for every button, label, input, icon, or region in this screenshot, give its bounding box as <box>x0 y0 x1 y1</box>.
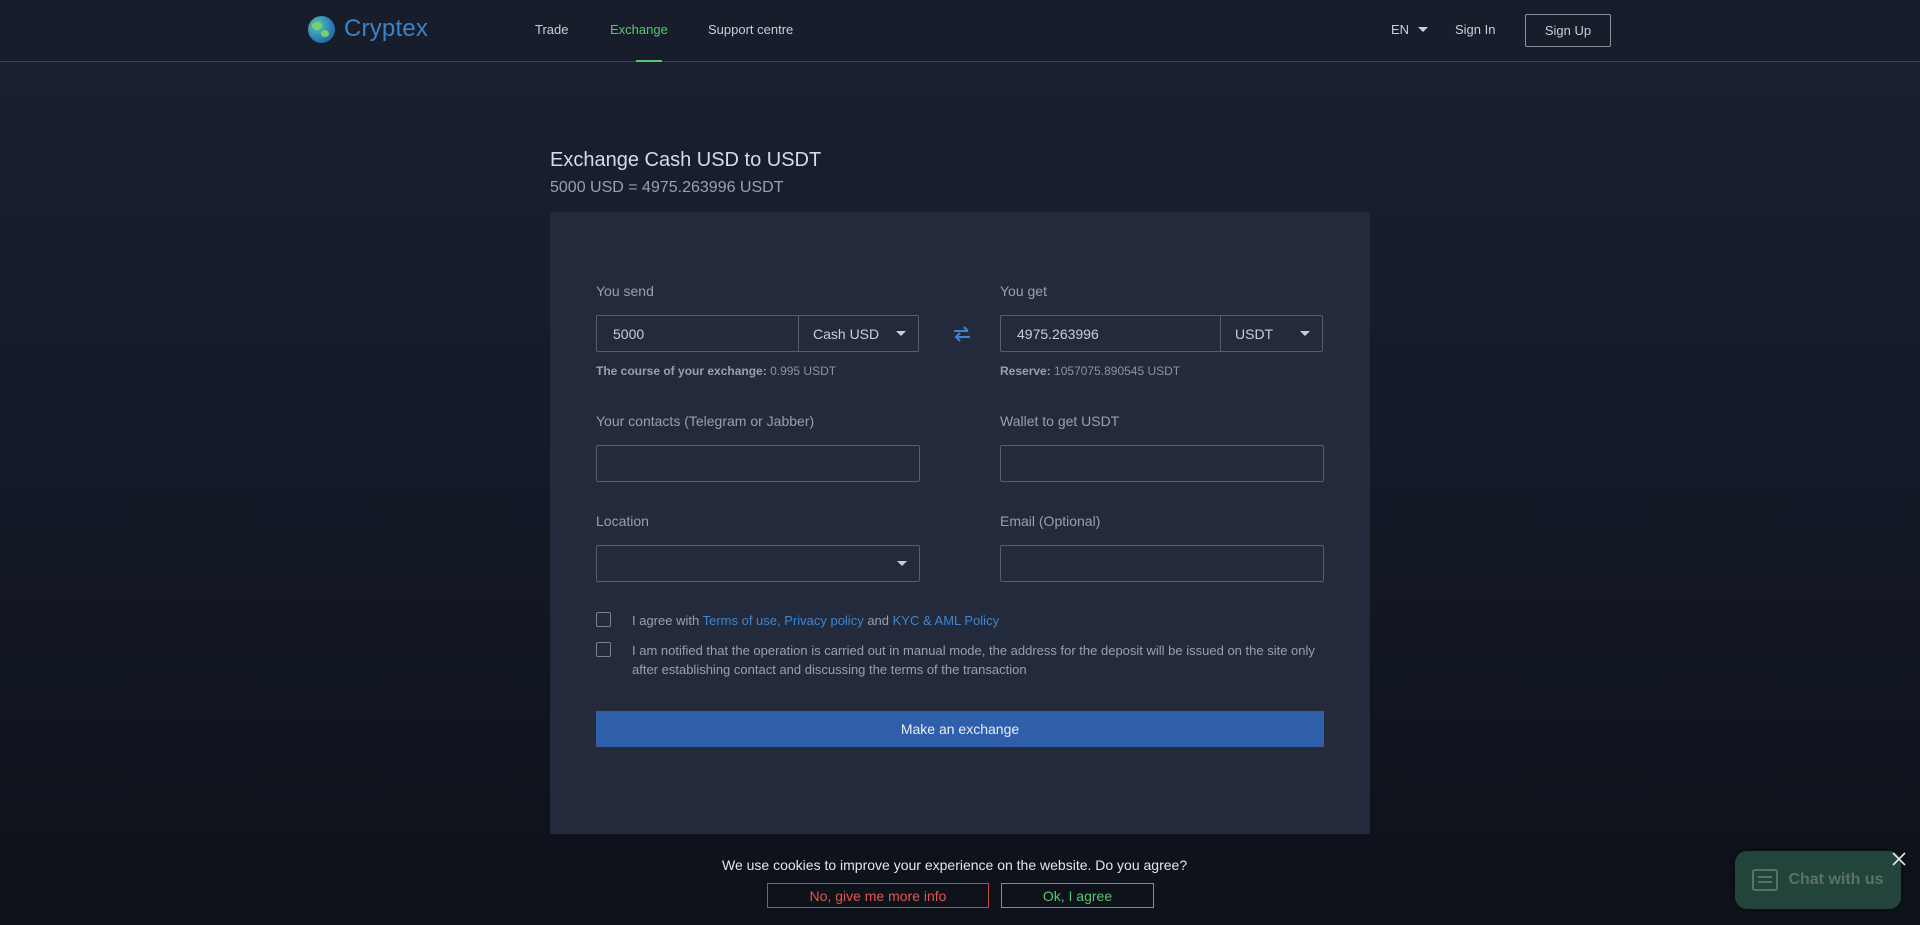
cookie-decline-button[interactable]: No, give me more info <box>767 883 989 908</box>
close-icon[interactable] <box>1891 851 1907 867</box>
make-exchange-button[interactable]: Make an exchange <box>596 711 1324 747</box>
contacts-field <box>596 445 920 482</box>
email-field <box>1000 545 1324 582</box>
exchange-course-note: The course of your exchange: 0.995 USDT <box>596 364 836 378</box>
chevron-down-icon <box>896 331 906 336</box>
agree-prefix: I agree with <box>632 613 703 628</box>
chevron-down-icon <box>1300 331 1310 336</box>
email-label: Email (Optional) <box>1000 513 1101 529</box>
chat-label: Chat with us <box>1788 871 1884 888</box>
logo[interactable]: Cryptex <box>308 15 428 43</box>
manual-mode-row: I am notified that the operation is carr… <box>596 641 1326 679</box>
cookie-banner <box>0 839 1920 925</box>
wallet-field <box>1000 445 1324 482</box>
location-label: Location <box>596 513 649 529</box>
reserve-value: 1057075.890545 USDT <box>1054 364 1181 378</box>
agree-and: and <box>863 613 893 628</box>
send-currency-value: Cash USD <box>813 325 880 342</box>
logo-text: Cryptex <box>344 15 429 42</box>
terms-privacy-link[interactable]: Terms of use, Privacy policy <box>703 613 864 628</box>
exchange-rate-summary: 5000 USD = 4975.263996 USDT <box>550 179 784 196</box>
location-select-box[interactable] <box>597 546 919 581</box>
language-label: EN <box>1391 22 1410 37</box>
contacts-label: Your contacts (Telegram or Jabber) <box>596 413 815 429</box>
get-currency-value: USDT <box>1235 325 1274 342</box>
top-header: Cryptex Trade Exchange Support centre EN… <box>0 0 1920 62</box>
location-select[interactable] <box>596 545 920 582</box>
kyc-aml-link[interactable]: KYC & AML Policy <box>893 613 999 628</box>
manual-mode-checkbox[interactable] <box>596 642 611 657</box>
send-amount-group: 5000 Cash USD <box>596 315 919 352</box>
course-label: The course of your exchange: <box>596 364 767 378</box>
you-send-label: You send <box>596 283 654 299</box>
send-amount-input[interactable]: 5000 <box>597 316 799 351</box>
sign-in-link[interactable]: Sign In <box>1455 22 1495 37</box>
sign-up-button[interactable]: Sign Up <box>1525 14 1611 47</box>
get-amount-input[interactable]: 4975.263996 <box>1001 316 1221 351</box>
you-get-label: You get <box>1000 283 1047 299</box>
cookie-accept-button[interactable]: Ok, I agree <box>1001 883 1154 908</box>
get-amount-group: 4975.263996 USDT <box>1000 315 1323 352</box>
chevron-down-icon <box>897 561 907 566</box>
cookie-message: We use cookies to improve your experienc… <box>722 857 1188 873</box>
get-currency-select[interactable]: USDT <box>1221 316 1322 351</box>
send-currency-select[interactable]: Cash USD <box>799 316 918 351</box>
manual-mode-text: I am notified that the operation is carr… <box>632 643 1315 677</box>
agree-terms-text: I agree with Terms of use, Privacy polic… <box>632 611 999 630</box>
contacts-input[interactable] <box>597 446 919 481</box>
active-nav-indicator <box>636 60 662 62</box>
wallet-input[interactable] <box>1001 446 1323 481</box>
email-input[interactable] <box>1001 546 1323 581</box>
page-title: Exchange Cash USD to USDT <box>550 149 822 171</box>
nav-exchange[interactable]: Exchange <box>610 22 668 37</box>
agree-terms-checkbox[interactable] <box>596 612 611 627</box>
swap-arrows-icon[interactable] <box>952 324 972 344</box>
chat-bubble-icon <box>1752 869 1779 891</box>
course-value: 0.995 USDT <box>770 364 837 378</box>
chevron-down-icon <box>1418 27 1429 32</box>
reserve-note: Reserve: 1057075.890545 USDT <box>1000 364 1180 378</box>
reserve-label: Reserve: <box>1000 364 1051 378</box>
globe-icon <box>308 15 335 43</box>
nav-support-centre[interactable]: Support centre <box>708 22 793 37</box>
nav-trade[interactable]: Trade <box>535 22 568 37</box>
chat-widget-button[interactable]: Chat with us <box>1735 851 1901 909</box>
wallet-label: Wallet to get USDT <box>1000 413 1120 429</box>
language-selector[interactable]: EN <box>1391 22 1429 37</box>
agree-terms-row: I agree with Terms of use, Privacy polic… <box>596 611 999 630</box>
